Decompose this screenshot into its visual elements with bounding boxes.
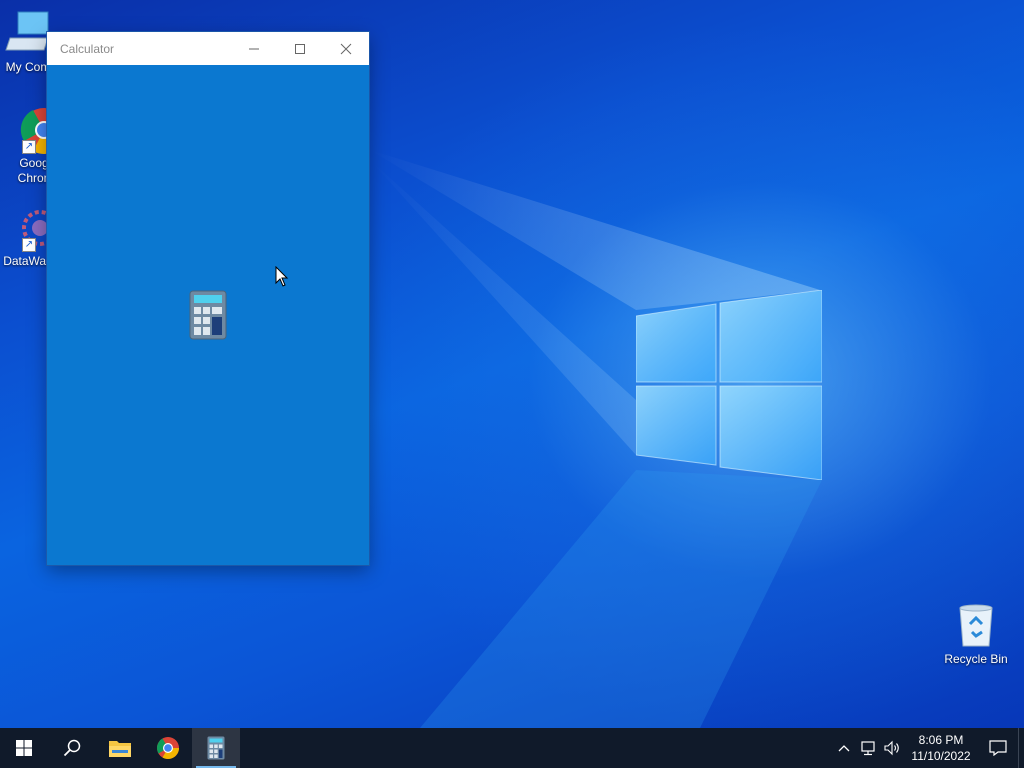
taskbar: 8:06 PM 11/10/2022 xyxy=(0,728,1024,768)
clock-time: 8:06 PM xyxy=(918,733,964,747)
calculator-icon xyxy=(207,736,225,760)
chevron-up-icon xyxy=(838,745,850,752)
shortcut-arrow-icon: ↗ xyxy=(22,238,36,252)
clock-date: 11/10/2022 xyxy=(911,749,971,763)
windows-logo xyxy=(636,290,822,480)
volume-icon xyxy=(884,740,899,756)
desktop-icon-label: Recycle Bin xyxy=(944,652,1008,666)
shortcut-arrow-icon: ↗ xyxy=(22,140,36,154)
maximize-button[interactable] xyxy=(277,32,323,65)
action-center-button[interactable] xyxy=(978,728,1018,768)
clock[interactable]: 8:06 PM 11/10/2022 xyxy=(908,732,974,764)
taskbar-chrome[interactable] xyxy=(144,728,192,768)
show-hidden-icons-button[interactable] xyxy=(832,728,856,768)
windows-start-icon xyxy=(16,740,32,756)
datawag-icon: ↗ xyxy=(4,204,58,252)
taskbar-calculator[interactable] xyxy=(192,728,240,768)
folder-icon xyxy=(109,741,131,757)
chrome-icon xyxy=(157,737,179,759)
network-button[interactable] xyxy=(856,728,880,768)
window-title: Calculator xyxy=(60,41,115,56)
mouse-cursor-icon xyxy=(275,266,289,287)
computer-icon xyxy=(4,10,52,58)
search-button[interactable] xyxy=(48,728,96,768)
recycle-bin-icon xyxy=(952,602,1000,650)
notification-icon xyxy=(989,740,1007,756)
maximize-icon xyxy=(295,43,305,54)
taskbar-file-explorer[interactable] xyxy=(96,728,144,768)
desktop: My Com ↗ Goog Chron ↗ DataWag Recycle Bi… xyxy=(0,0,1024,728)
start-button[interactable] xyxy=(0,728,48,768)
desktop-icon-recycle-bin[interactable]: Recycle Bin xyxy=(940,602,1012,667)
calculator-titlebar[interactable]: Calculator xyxy=(47,32,369,65)
minimize-icon xyxy=(249,48,259,49)
show-desktop-button[interactable] xyxy=(1018,728,1024,768)
search-icon xyxy=(63,739,81,757)
network-icon xyxy=(861,741,875,756)
volume-button[interactable] xyxy=(880,728,904,768)
calculator-window[interactable]: Calculator xyxy=(47,32,369,565)
close-button[interactable] xyxy=(323,32,369,65)
system-tray: 8:06 PM 11/10/2022 xyxy=(832,728,1024,768)
minimize-button[interactable] xyxy=(231,32,277,65)
close-icon xyxy=(340,43,352,54)
calculator-icon xyxy=(189,290,227,340)
